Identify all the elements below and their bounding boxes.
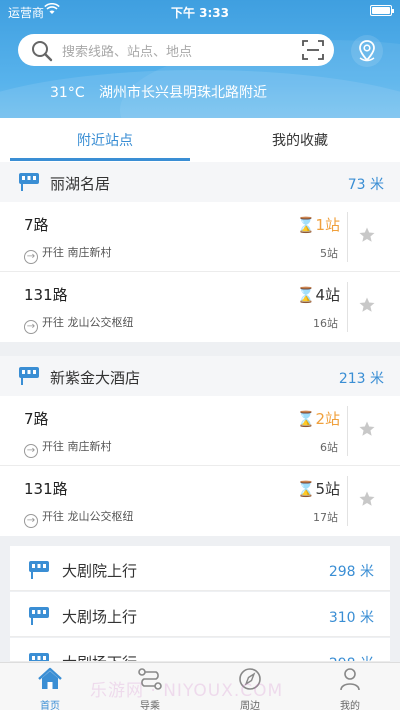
station-card: 丽湖名居 73 米 7路 → 开往 南庄新村 ⌛1站 5站 131路 → 开往 龙山… [0, 162, 400, 342]
station-name: 大剧场下行 [62, 652, 137, 661]
station-name: 丽湖名居 [50, 175, 111, 193]
header: 运营商 下午 3:33 搜索线路、站点、地点 31°C 湖州市长兴县明珠北路附近 [0, 0, 400, 118]
bus-stop-icon [28, 652, 50, 661]
station-distance: 213 米 [338, 371, 384, 387]
search-icon [30, 39, 54, 67]
station-name: 新紫金大酒店 [50, 369, 141, 387]
arrival-countdown: ⌛2站 [296, 410, 340, 428]
divider [347, 212, 348, 262]
divider [347, 282, 348, 332]
battery-icon [370, 5, 394, 16]
tab-my-favorites[interactable]: 我的收藏 [205, 130, 395, 150]
route-name: 131路 [24, 286, 68, 304]
route-direction: → 开往 龙山公交枢纽 [24, 314, 134, 334]
tab-nearby-stations[interactable]: 附近站点 [10, 130, 200, 150]
home-icon [37, 667, 63, 695]
user-icon [337, 668, 363, 695]
favorite-star-icon[interactable] [358, 420, 376, 442]
route-row[interactable]: 131路 → 开往 龙山公交枢纽 ⌛5站 17站 [0, 466, 400, 536]
station-distance: 298 米 [328, 564, 374, 580]
station-distance: 298 米 [329, 653, 374, 661]
station-list-item[interactable]: 大剧场下行 298 米 [10, 638, 390, 662]
direction-arrow-icon: → [24, 444, 38, 458]
active-tab-indicator [10, 158, 190, 161]
route-direction: → 开往 南庄新村 [24, 438, 112, 458]
bus-stop-icon [28, 606, 50, 630]
location-pin-icon[interactable] [350, 34, 384, 72]
direction-arrow-icon: → [24, 250, 38, 264]
bus-stop-icon [28, 560, 50, 584]
status-bar: 运营商 下午 3:33 [0, 0, 400, 22]
tab-home[interactable]: 首页 [0, 667, 100, 710]
direction-arrow-icon: → [24, 514, 38, 528]
hourglass-icon: ⌛ [296, 216, 316, 234]
divider [347, 406, 348, 456]
route-stop-count: 5站 [320, 247, 338, 260]
station-name: 大剧场上行 [62, 608, 138, 626]
hourglass-icon: ⌛ [296, 286, 316, 304]
station-name: 大剧院上行 [62, 562, 138, 580]
favorite-star-icon[interactable] [358, 490, 376, 512]
station-card: 新紫金大酒店 213 米 7路 → 开往 南庄新村 ⌛2站 6站 131路 → 开往… [0, 356, 400, 536]
arrival-countdown: ⌛1站 [296, 216, 340, 234]
divider [347, 476, 348, 526]
station-list-item[interactable]: 大剧场上行 310 米 [10, 592, 390, 637]
hourglass-icon: ⌛ [296, 480, 316, 498]
route-stop-count: 6站 [320, 441, 338, 454]
station-list-item[interactable]: 大剧院上行 298 米 [10, 546, 390, 591]
route-direction: → 开往 南庄新村 [24, 244, 112, 264]
direction-arrow-icon: → [24, 320, 38, 334]
arrival-countdown: ⌛4站 [296, 286, 340, 304]
station-header[interactable]: 新紫金大酒店 213 米 [0, 356, 400, 396]
route-name: 7路 [24, 216, 49, 234]
weather-location-bar: 31°C 湖州市长兴县明珠北路附近 [50, 82, 267, 102]
search-input[interactable]: 搜索线路、站点、地点 [62, 41, 192, 60]
arrival-countdown: ⌛5站 [296, 480, 340, 498]
route-stop-count: 16站 [313, 317, 338, 330]
hourglass-icon: ⌛ [296, 410, 316, 428]
favorite-star-icon[interactable] [358, 226, 376, 248]
bus-stop-icon [18, 366, 40, 390]
bus-stop-icon [18, 172, 40, 196]
favorite-star-icon[interactable] [358, 296, 376, 318]
route-stop-count: 17站 [313, 511, 338, 524]
station-distance: 73 米 [347, 177, 384, 193]
temperature-label: 31°C [50, 85, 85, 101]
route-name: 7路 [24, 410, 49, 428]
route-row[interactable]: 7路 → 开往 南庄新村 ⌛2站 6站 [0, 396, 400, 466]
station-distance: 310 米 [328, 610, 374, 626]
route-name: 131路 [24, 480, 68, 498]
route-row[interactable]: 7路 → 开往 南庄新村 ⌛1站 5站 [0, 202, 400, 272]
tab-profile[interactable]: 我的 [300, 667, 400, 710]
route-direction: → 开往 龙山公交枢纽 [24, 508, 134, 528]
watermark: 乐游网 · NIYOUX.COM [90, 681, 284, 701]
clock: 下午 3:33 [170, 6, 230, 20]
search-bar[interactable]: 搜索线路、站点、地点 [18, 34, 334, 66]
current-location-label: 湖州市长兴县明珠北路附近 [99, 85, 268, 101]
scan-icon[interactable] [302, 40, 324, 64]
station-header[interactable]: 丽湖名居 73 米 [0, 162, 400, 202]
route-row[interactable]: 131路 → 开往 龙山公交枢纽 ⌛4站 16站 [0, 272, 400, 342]
tab-bar-top: 附近站点 我的收藏 [0, 118, 400, 162]
